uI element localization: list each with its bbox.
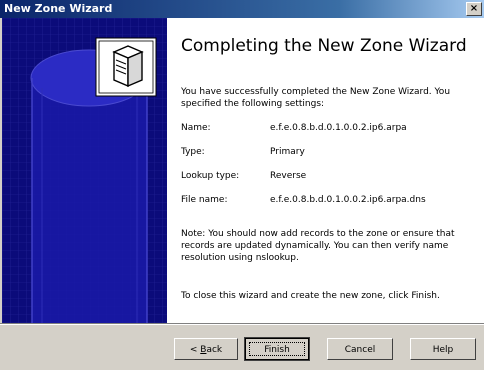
setting-value-lookup: Reverse — [270, 171, 307, 181]
back-button-prefix: < — [189, 345, 201, 355]
note-text: Note: You should now add records to the … — [181, 229, 455, 263]
setting-label-lookup: Lookup type: — [181, 171, 240, 181]
setting-label-filename: File name: — [181, 195, 228, 205]
title-bar[interactable]: New Zone Wizard × — [0, 0, 484, 18]
close-icon: × — [469, 3, 479, 14]
close-button[interactable]: × — [466, 2, 482, 16]
help-button-label: Help — [432, 345, 454, 355]
cancel-button[interactable]: Cancel — [327, 338, 393, 360]
button-divider — [0, 323, 484, 325]
wizard-window: New Zone Wizard × Completing the New Zon… — [0, 0, 484, 370]
finish-button[interactable]: Finish — [244, 337, 310, 361]
help-button[interactable]: Help — [410, 338, 476, 360]
closing-text: To close this wizard and create the new … — [181, 291, 440, 301]
focus-rect — [249, 342, 305, 356]
back-button-rest: ack — [206, 345, 223, 355]
setting-value-type: Primary — [270, 147, 305, 157]
back-button[interactable]: < Back — [174, 338, 238, 360]
setting-label-name: Name: — [181, 123, 211, 133]
setting-value-filename: e.f.e.0.8.b.d.0.1.0.0.2.ip6.arpa.dns — [270, 195, 426, 205]
wizard-banner — [2, 18, 167, 323]
setting-label-type: Type: — [181, 147, 205, 157]
banner-graphic — [2, 18, 167, 323]
server-icon — [95, 37, 157, 97]
intro-text: You have successfully completed the New … — [181, 87, 451, 109]
setting-value-name: e.f.e.0.8.b.d.0.1.0.0.2.ip6.arpa — [270, 123, 407, 133]
page-title: Completing the New Zone Wizard — [181, 36, 467, 56]
window-title: New Zone Wizard — [4, 2, 113, 15]
cancel-button-label: Cancel — [344, 345, 376, 355]
